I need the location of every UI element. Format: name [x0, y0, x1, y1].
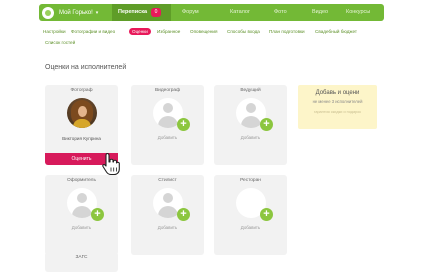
chevron-down-icon: ▾	[95, 9, 99, 16]
add-plus-icon[interactable]: +	[177, 208, 190, 221]
subnav-guest-list[interactable]: Список гостей	[45, 40, 75, 45]
nav-item-catalog[interactable]: Каталог	[230, 9, 250, 15]
subnav-ratings[interactable]: Оценки	[129, 28, 151, 35]
top-navigation: Мой Горько! ▾ Переписка 0 Форум Каталог …	[39, 4, 384, 21]
add-link[interactable]: Добавить	[214, 135, 287, 140]
brand-name: Мой Горько!	[59, 9, 93, 16]
promo-title: Добавь и оцени	[315, 90, 360, 96]
card-title: Стилист	[158, 178, 177, 183]
subnav-wedding-budget[interactable]: Свадебный бюджет	[315, 29, 357, 34]
vendor-card-registry-office[interactable]: ЗАГС	[45, 252, 118, 272]
nav-item-messages[interactable]: Переписка	[118, 9, 147, 15]
add-plus-icon[interactable]: +	[260, 118, 273, 131]
nav-item-contests[interactable]: Конкурсы	[346, 9, 370, 15]
vendor-card-decorator[interactable]: Оформитель + Добавить	[45, 175, 118, 255]
vendor-card-stylist[interactable]: Стилист + Добавить	[131, 175, 204, 255]
promo-box: Добавь и оцени не менее 3 исполнителей г…	[298, 85, 377, 129]
nav-item-forum[interactable]: Форум	[182, 9, 199, 15]
add-plus-icon[interactable]: +	[260, 208, 273, 221]
vendor-card-videographer[interactable]: Видеограф + Добавить	[131, 85, 204, 165]
vendor-card-host[interactable]: Ведущий + Добавить	[214, 85, 287, 165]
promo-note: гарантия скидки и подарок	[314, 110, 361, 114]
promo-subtitle: не менее 3 исполнителей	[312, 99, 363, 104]
nav-item-video[interactable]: Видео	[312, 9, 328, 15]
subnav-login-methods[interactable]: Способы входа	[227, 29, 260, 34]
sub-navigation: Настройки Фотографии и видео Оценки Избр…	[39, 28, 389, 49]
add-plus-icon[interactable]: +	[177, 118, 190, 131]
add-link[interactable]: Добавить	[214, 225, 287, 230]
subnav-notifications[interactable]: Оповещения	[190, 29, 217, 34]
nav-item-photo[interactable]: Фото	[274, 9, 287, 15]
page-title: Оценки на исполнителей	[45, 64, 127, 71]
add-link[interactable]: Добавить	[131, 225, 204, 230]
card-title: Оформитель	[67, 178, 96, 183]
logo-icon	[42, 6, 54, 19]
subnav-photos-videos[interactable]: Фотографии и видео	[71, 29, 115, 34]
card-title: ЗАГС	[75, 255, 88, 260]
subnav-preparation-plan[interactable]: План подготовки	[269, 29, 305, 34]
subnav-favorites[interactable]: Избранное	[157, 29, 180, 34]
vendor-name: Виктория Куприна	[62, 136, 101, 141]
brand[interactable]: Мой Горько! ▾	[39, 6, 112, 19]
card-title: Ресторан	[240, 178, 261, 183]
messages-count-badge: 0	[151, 8, 161, 17]
card-title: Видеограф	[154, 88, 181, 93]
hand-cursor-icon	[102, 152, 120, 176]
vendor-photo	[67, 98, 97, 128]
add-link[interactable]: Добавить	[45, 225, 118, 230]
subnav-settings[interactable]: Настройки	[43, 29, 66, 34]
vendor-card-restaurant[interactable]: Ресторан + Добавить	[214, 175, 287, 255]
add-link[interactable]: Добавить	[131, 135, 204, 140]
card-title: Фотограф	[70, 88, 93, 93]
add-plus-icon[interactable]: +	[91, 208, 104, 221]
card-title: Ведущий	[240, 88, 261, 93]
